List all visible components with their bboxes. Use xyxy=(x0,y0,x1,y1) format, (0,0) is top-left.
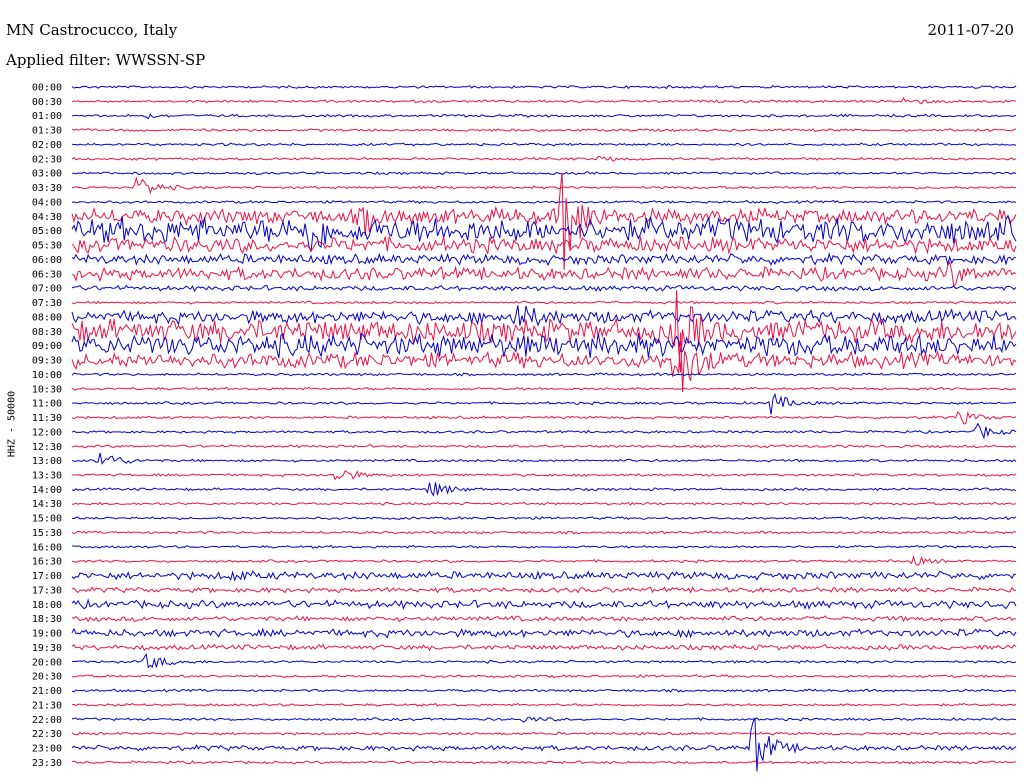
trace-line xyxy=(71,332,1017,393)
trace-line xyxy=(71,643,1017,652)
row-time-label: 11:30 xyxy=(32,413,62,424)
trace-line xyxy=(71,305,1017,327)
trace-line xyxy=(71,760,1017,765)
row-time-label: 17:30 xyxy=(32,585,62,596)
trace-line xyxy=(71,530,1017,535)
row-time-label: 21:30 xyxy=(32,700,62,711)
trace-line xyxy=(71,586,1017,594)
row-time-label: 13:00 xyxy=(32,456,62,467)
row-time-label: 14:30 xyxy=(32,499,62,510)
trace-line xyxy=(71,598,1017,610)
trace-line xyxy=(71,444,1017,449)
row-time-label: 01:30 xyxy=(32,126,62,137)
row-time-label: 19:00 xyxy=(32,629,62,640)
trace-line xyxy=(71,731,1016,736)
row-time-label: 04:30 xyxy=(32,212,62,223)
row-time-label: 05:30 xyxy=(32,241,62,252)
row-time-label: 08:30 xyxy=(32,327,62,338)
trace-line xyxy=(71,284,1017,292)
row-time-label: 17:00 xyxy=(32,571,62,582)
trace-line xyxy=(71,482,1017,497)
row-time-label: 07:00 xyxy=(32,284,62,295)
row-time-label: 06:00 xyxy=(32,255,62,266)
row-time-label: 15:00 xyxy=(32,514,62,525)
row-time-label: 09:30 xyxy=(32,356,62,367)
row-time-label: 13:30 xyxy=(32,470,62,481)
trace-line xyxy=(71,142,1017,147)
row-time-label: 12:00 xyxy=(32,427,62,438)
row-time-label: 04:00 xyxy=(32,197,62,208)
trace-line xyxy=(71,171,1017,176)
row-time-label: 08:00 xyxy=(32,312,62,323)
trace-line xyxy=(71,128,1017,133)
row-time-label: 23:30 xyxy=(32,758,62,769)
row-time-label: 16:30 xyxy=(32,557,62,568)
row-time-label: 20:00 xyxy=(32,657,62,668)
trace-line xyxy=(71,300,1017,305)
trace-line xyxy=(71,392,1017,415)
row-time-label: 12:30 xyxy=(32,442,62,453)
row-time-label: 02:00 xyxy=(32,140,62,151)
trace-line xyxy=(71,260,1017,287)
trace-line xyxy=(71,555,1017,567)
trace-line xyxy=(71,702,1017,707)
trace-line xyxy=(71,252,1017,267)
trace-line xyxy=(71,422,1017,440)
trace-line xyxy=(72,113,1017,120)
row-time-label: 23:00 xyxy=(32,744,62,755)
row-time-label: 00:30 xyxy=(32,97,62,108)
row-time-label: 18:00 xyxy=(32,600,62,611)
row-time-label: 09:00 xyxy=(32,341,62,352)
trace-line xyxy=(71,410,1017,425)
row-time-label: 07:30 xyxy=(32,298,62,309)
row-time-label: 14:00 xyxy=(32,485,62,496)
trace-line xyxy=(71,716,1017,723)
trace-line xyxy=(71,674,1017,679)
row-time-label: 20:30 xyxy=(32,672,62,683)
trace-line xyxy=(71,627,1017,639)
trace-line xyxy=(71,372,1017,377)
row-time-label: 22:00 xyxy=(32,715,62,726)
trace-line xyxy=(71,452,1017,465)
trace-line xyxy=(71,386,1017,391)
row-time-label: 10:00 xyxy=(32,370,62,381)
trace-line xyxy=(71,84,1017,90)
row-time-label: 06:30 xyxy=(32,269,62,280)
row-time-label: 10:30 xyxy=(32,384,62,395)
trace-line xyxy=(71,155,1017,162)
trace-line xyxy=(71,470,1017,481)
row-time-label: 21:00 xyxy=(32,686,62,697)
helicorder-plot: 00:00 00:30 01:00 01:30 02:00 02:30 03:00 03:30… xyxy=(32,83,1017,772)
trace-line xyxy=(71,688,1017,693)
trace-line xyxy=(71,236,1017,256)
trace-line xyxy=(71,96,1017,105)
row-time-label: 00:00 xyxy=(32,83,62,94)
row-time-label: 16:00 xyxy=(32,542,62,553)
row-time-label: 19:30 xyxy=(32,643,62,654)
trace-line xyxy=(71,199,1017,205)
row-time-label: 15:30 xyxy=(32,528,62,539)
trace-line xyxy=(71,501,1017,506)
row-time-label: 22:30 xyxy=(32,729,62,740)
trace-line xyxy=(71,653,1017,669)
trace-line xyxy=(71,570,1016,582)
row-time-label: 11:00 xyxy=(32,399,62,410)
trace-line xyxy=(71,176,1017,195)
trace-line xyxy=(72,544,1017,549)
row-time-label: 18:30 xyxy=(32,614,62,625)
trace-line xyxy=(71,615,1017,623)
row-time-label: 03:00 xyxy=(32,169,62,180)
trace-line xyxy=(71,516,1017,521)
row-time-label: 03:30 xyxy=(32,183,62,194)
row-time-label: 02:30 xyxy=(32,154,62,165)
row-time-label: 05:00 xyxy=(32,226,62,237)
row-time-label: 01:00 xyxy=(32,111,62,122)
